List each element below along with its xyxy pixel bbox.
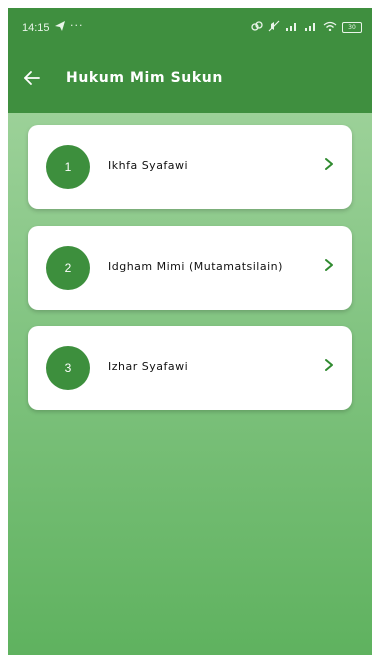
list-item-idgham-mimi[interactable]: 2 Idgham Mimi (Mutamatsilain) (28, 226, 352, 310)
list-item-ikhfa-syafawi[interactable]: 1 Ikhfa Syafawi (28, 125, 352, 209)
chevron-right-icon (324, 157, 334, 175)
battery-icon: 30 (342, 22, 362, 33)
item-number: 1 (64, 160, 72, 174)
item-number-badge: 3 (46, 346, 90, 390)
back-button[interactable] (18, 66, 46, 94)
item-number-badge: 1 (46, 145, 90, 189)
item-label: Idgham Mimi (Mutamatsilain) (108, 260, 283, 273)
app-bar: 14:15 ··· 30 Hukum Mim Sukun (8, 8, 372, 113)
status-dots: ··· (70, 19, 84, 32)
signal-icon-2 (304, 21, 318, 34)
list-item-izhar-syafawi[interactable]: 3 Izhar Syafawi (28, 326, 352, 410)
item-number-badge: 2 (46, 246, 90, 290)
chevron-right-icon (324, 258, 334, 276)
chevron-right-icon (324, 358, 334, 376)
item-label: Izhar Syafawi (108, 360, 189, 373)
link-icon (251, 20, 263, 35)
phone-screen: 14:15 ··· 30 Hukum Mim Sukun 1 Ikhfa Sya… (8, 8, 372, 655)
item-number: 3 (64, 361, 72, 375)
arrow-left-icon (23, 70, 41, 90)
toolbar: Hukum Mim Sukun (8, 60, 372, 100)
item-label: Ikhfa Syafawi (108, 159, 189, 172)
page-title: Hukum Mim Sukun (66, 70, 223, 86)
signal-icon (285, 21, 299, 34)
item-number: 2 (64, 261, 72, 275)
wifi-icon (323, 21, 337, 34)
status-icons: 30 (251, 20, 362, 35)
status-time: 14:15 (22, 22, 50, 34)
mute-icon (268, 20, 280, 35)
telegram-icon (54, 20, 66, 35)
status-bar: 14:15 ··· 30 (8, 8, 372, 48)
